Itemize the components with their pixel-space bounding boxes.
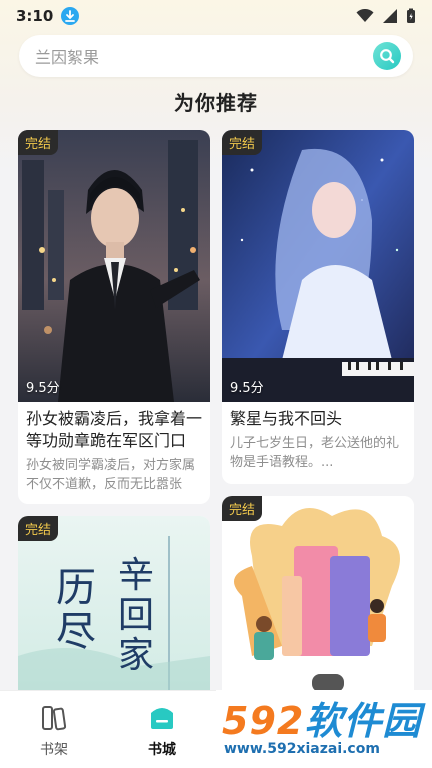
- book-desc: 孙女被同学霸凌后，对方家属不仅不道歉，反而无比嚣张: [26, 458, 196, 492]
- status-tag: 完结: [18, 130, 59, 155]
- status-time: 3:10: [16, 7, 54, 25]
- wifi-icon: [356, 9, 374, 22]
- cover-char: 辛: [118, 555, 155, 596]
- book-score: 9.5分: [26, 381, 60, 396]
- book-card[interactable]: 完结 9.5分 繁星与我不回头 儿子七岁生日，老公送他的礼物是手语教程。...: [222, 130, 414, 484]
- tab-label: 书城: [148, 742, 176, 758]
- watermark-url: www.592xiazai.com: [224, 741, 380, 757]
- signal-icon: [383, 9, 397, 23]
- status-bar: 3:10: [0, 0, 432, 32]
- tab-label: 书架: [40, 742, 68, 758]
- status-tag: 完结: [18, 516, 59, 541]
- bookstore-icon: [151, 708, 173, 729]
- watermark-brand: 软件园: [304, 699, 422, 743]
- battery-icon: [407, 8, 415, 23]
- cover-char: 回: [118, 595, 155, 636]
- watermark-number: 592: [222, 699, 305, 743]
- book-title: 孙女被霸凌后，我拿着一等功勋章跪在军区门口: [26, 409, 203, 450]
- search-icon: [380, 49, 395, 64]
- book-cover: 完结 9.5分: [18, 130, 210, 402]
- cover-char: 尽: [56, 609, 96, 655]
- book-card[interactable]: 完结: [222, 496, 414, 716]
- search-button[interactable]: [373, 42, 401, 70]
- book-score: 9.5分: [230, 381, 264, 396]
- book-desc: 儿子七岁生日，老公送他的礼物是手语教程。...: [230, 436, 400, 470]
- watermark-logo: 592软件园 www.592xiazai.com: [216, 690, 432, 768]
- book-cover: 完结 9.5分: [222, 130, 414, 402]
- book-cover: 完结: [222, 496, 414, 716]
- search-bar[interactable]: 兰因絮果: [19, 35, 413, 77]
- bookshelf-icon: [42, 706, 67, 731]
- book-cover: 历 尽 辛 回 家 完结: [18, 516, 210, 716]
- section-title: 为你推荐: [174, 91, 258, 115]
- cover-char: 家: [118, 635, 155, 676]
- cover-char: 历: [56, 565, 96, 611]
- status-tag: 完结: [222, 130, 263, 155]
- download-icon: [61, 7, 80, 25]
- book-card[interactable]: 完结 9.5分 孙女被霸凌后，我拿着一等功勋章跪在军区门口 孙女被同学霸凌后，对…: [18, 130, 210, 504]
- book-card[interactable]: 历 尽 辛 回 家 完结: [18, 516, 210, 716]
- tab-bookshelf[interactable]: 书架: [0, 691, 108, 768]
- status-tag: 完结: [222, 496, 263, 521]
- book-title: 繁星与我不回头: [230, 409, 343, 428]
- tab-bookstore[interactable]: 书城: [108, 691, 216, 768]
- search-input[interactable]: 兰因絮果: [35, 44, 373, 68]
